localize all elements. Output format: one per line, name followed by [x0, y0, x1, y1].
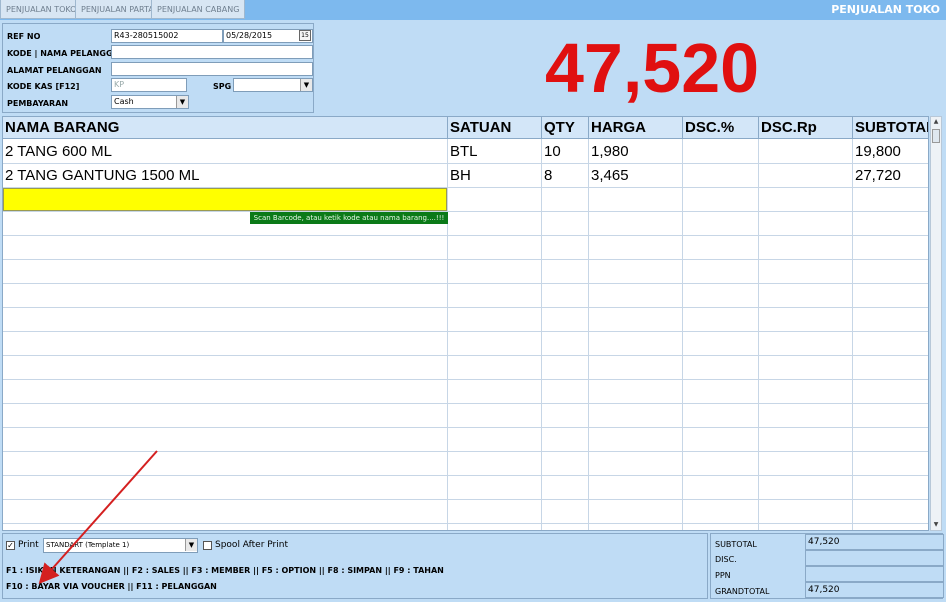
tab-penjualan-partai[interactable]: PENJUALAN PARTAI: [75, 0, 163, 19]
grid-divider: [3, 211, 928, 212]
template-value: STANDART (Template 1): [46, 541, 130, 549]
grid-divider: [3, 331, 928, 332]
disc-value[interactable]: [805, 550, 944, 566]
grid-divider: [3, 355, 928, 356]
scroll-down-icon[interactable]: ▼: [931, 520, 941, 530]
col-subtotal[interactable]: SUBTOTAL: [853, 117, 928, 139]
grandtotal-label: GRANDTOTAL: [715, 587, 770, 596]
top-tab-bar: PENJUALAN TOKO PENJUALAN PARTAI PENJUALA…: [0, 0, 946, 20]
grid-divider: [3, 259, 928, 260]
kas-field[interactable]: KP: [111, 78, 187, 92]
grid-divider: [3, 475, 928, 476]
cell-satuan: BH: [450, 167, 471, 184]
item-input-cell[interactable]: [3, 188, 447, 211]
spool-checkbox[interactable]: [203, 541, 212, 550]
customer-field[interactable]: [111, 45, 313, 59]
address-field[interactable]: [111, 62, 313, 76]
kas-label: KODE KAS [F12]: [7, 82, 80, 91]
customer-label: KODE | NAMA PELANGGAN: [7, 49, 126, 58]
col-satuan[interactable]: SATUAN: [448, 117, 542, 139]
grid-divider: [3, 451, 928, 452]
address-label: ALAMAT PELANGGAN: [7, 66, 102, 75]
grid-divider: [3, 427, 928, 428]
disc-label: DISC.: [715, 555, 737, 564]
grid-divider: [3, 235, 928, 236]
payment-select[interactable]: Cash ▼: [111, 95, 189, 109]
grid-divider: [3, 523, 928, 524]
grid-divider: [541, 139, 542, 530]
shortcut-line-1: F1 : ISIKAN KETERANGAN || F2 : SALES || …: [6, 566, 444, 575]
totals-panel: SUBTOTAL 47,520 DISC. PPN GRANDTOTAL 47,…: [710, 533, 944, 599]
cell-nama-barang: 2 TANG GANTUNG 1500 ML: [5, 167, 200, 184]
grid-divider: [682, 139, 683, 530]
date-field[interactable]: 05/28/2015 15: [223, 29, 313, 43]
payment-value: Cash: [114, 97, 134, 106]
chevron-down-icon[interactable]: ▼: [300, 79, 312, 91]
cell-subtotal: 19,800: [855, 143, 901, 160]
grid-divider: [3, 307, 928, 308]
ppn-value[interactable]: [805, 566, 944, 582]
col-dsc-rp[interactable]: DSC.Rp: [759, 117, 853, 139]
cell-dsc-pct: [683, 164, 758, 188]
app-title: PENJUALAN TOKO: [831, 3, 940, 16]
grandtotal-value: 47,520: [805, 582, 944, 598]
col-qty[interactable]: QTY: [542, 117, 589, 139]
print-label: Print: [18, 540, 39, 550]
grid-divider: [3, 403, 928, 404]
date-value: 05/28/2015: [226, 31, 273, 40]
col-harga[interactable]: HARGA: [589, 117, 683, 139]
subtotal-label: SUBTOTAL: [715, 540, 757, 549]
shortcut-line-2: F10 : BAYAR VIA VOUCHER || F11 : PELANGG…: [6, 582, 217, 591]
grid-divider: [588, 139, 589, 530]
cell-dsc-pct: [683, 140, 758, 164]
scroll-up-icon[interactable]: ▲: [931, 117, 941, 127]
spg-label: SPG: [213, 82, 232, 91]
chevron-down-icon[interactable]: ▼: [185, 539, 197, 551]
ref-no-field[interactable]: R43-280515002: [111, 29, 223, 43]
cell-dsc-rp: [759, 140, 852, 164]
ppn-label: PPN: [715, 571, 731, 580]
col-dsc-pct[interactable]: DSC.%: [683, 117, 759, 139]
scan-hint-tooltip: Scan Barcode, atau ketik kode atau nama …: [250, 212, 448, 224]
payment-label: PEMBAYARAN: [7, 99, 69, 108]
calendar-icon[interactable]: 15: [299, 30, 311, 41]
subtotal-value: 47,520: [805, 534, 944, 550]
grid-divider: [852, 139, 853, 530]
cell-dsc-rp: [759, 164, 852, 188]
tab-penjualan-toko[interactable]: PENJUALAN TOKO: [0, 0, 83, 19]
grid-scrollbar[interactable]: ▲ ▼: [930, 116, 942, 531]
template-select[interactable]: STANDART (Template 1) ▼: [43, 538, 198, 553]
cell-nama-barang: 2 TANG 600 ML: [5, 143, 112, 160]
spool-label: Spool After Print: [215, 540, 288, 550]
grid-divider: [758, 139, 759, 530]
scroll-thumb[interactable]: [932, 129, 940, 143]
grid-header: NAMA BARANG SATUAN QTY HARGA DSC.% DSC.R…: [3, 117, 928, 139]
cell-harga: 1,980: [591, 143, 629, 160]
cell-subtotal: 27,720: [855, 167, 901, 184]
cell-qty: 10: [544, 143, 561, 160]
grand-total-display: 47,520: [545, 29, 760, 107]
grid-divider: [3, 379, 928, 380]
header-form: REF NO R43-280515002 05/28/2015 15 KODE …: [2, 23, 314, 113]
chevron-down-icon[interactable]: ▼: [176, 96, 188, 108]
tab-penjualan-cabang[interactable]: PENJUALAN CABANG: [151, 0, 246, 19]
grid-divider: [3, 283, 928, 284]
grid-divider: [447, 139, 448, 530]
col-nama-barang[interactable]: NAMA BARANG: [3, 117, 448, 139]
cell-harga: 3,465: [591, 167, 629, 184]
grid-divider: [3, 499, 928, 500]
print-checkbox[interactable]: ✓: [6, 541, 15, 550]
cell-satuan: BTL: [450, 143, 478, 160]
ref-no-label: REF NO: [7, 32, 41, 41]
spg-select[interactable]: ▼: [233, 78, 313, 92]
cell-qty: 8: [544, 167, 553, 184]
bottom-options-panel: ✓ Print STANDART (Template 1) ▼ Spool Af…: [2, 533, 708, 599]
items-grid: NAMA BARANG SATUAN QTY HARGA DSC.% DSC.R…: [2, 116, 929, 531]
